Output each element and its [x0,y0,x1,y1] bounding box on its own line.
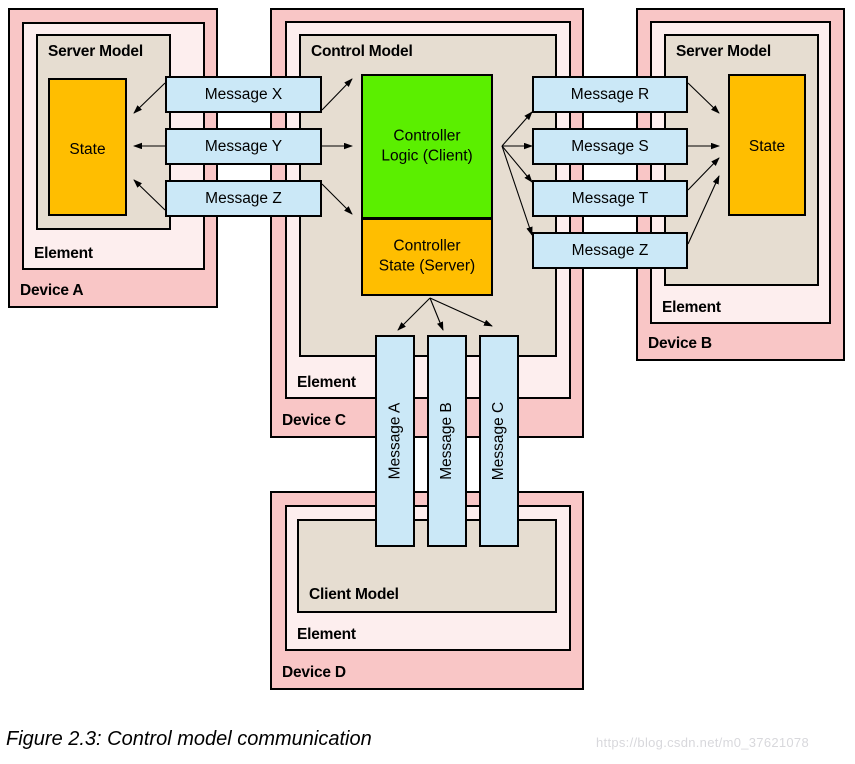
message-label: Message Z [205,189,282,207]
controller-state-label-line1: Controller [393,237,461,255]
controller-state-label: Controller State (Server) [363,237,491,278]
controller-logic-label-line1: Controller [393,127,461,145]
controller-logic-label-line2: Logic (Client) [381,147,473,165]
figure-caption: Figure 2.3: Control model communication [6,728,372,750]
controller-state-box: Controller State (Server) [361,218,493,296]
controller-logic-label: Controller Logic (Client) [363,126,491,167]
message-box-right-3[interactable]: Message Z [532,232,688,269]
device-a-model-label: Server Model [48,43,143,60]
device-a-label: Device A [20,282,84,299]
device-b-label: Device B [648,335,712,352]
message-label: Message S [571,137,649,155]
device-b-state-box: State [728,74,806,216]
message-box-right-2[interactable]: Message T [532,180,688,217]
message-label: Message R [570,85,650,103]
device-d-label: Device D [282,664,346,681]
message-box-right-1[interactable]: Message S [532,128,688,165]
controller-state-label-line2: State (Server) [378,258,476,275]
message-label: Message C [490,401,507,481]
message-box-left-0[interactable]: Message X [165,76,322,113]
message-box-bottom-1[interactable]: Message B [427,335,467,547]
device-d-element-label: Element [297,626,356,643]
device-a-element-label: Element [34,245,93,262]
controller-logic-box: Controller Logic (Client) [361,74,493,219]
message-box-right-0[interactable]: Message R [532,76,688,113]
device-c-element-label: Element [297,374,356,391]
device-b-state-label: State [748,138,786,155]
watermark-text: https://blog.csdn.net/m0_37621078 [596,735,809,750]
message-label: Message X [204,85,283,103]
device-a-state-box: State [48,78,127,216]
message-label: Message B [438,402,456,480]
message-label: Message A [386,402,403,480]
message-label: Message Z [571,241,649,259]
message-box-bottom-0[interactable]: Message A [375,335,415,547]
message-box-bottom-2[interactable]: Message C [479,335,519,547]
device-b-element-label: Element [662,299,721,316]
device-b-model-label: Server Model [676,43,771,60]
message-label: Message T [571,189,649,207]
device-a-state-label: State [69,141,106,158]
device-d-model-label: Client Model [309,586,399,603]
message-box-left-1[interactable]: Message Y [165,128,322,165]
device-c-model-label: Control Model [311,43,413,60]
message-box-left-2[interactable]: Message Z [165,180,322,217]
device-c-label: Device C [282,412,346,429]
control-model-diagram: Device A Element Server Model State Devi… [0,0,855,764]
message-label: Message Y [204,137,283,155]
